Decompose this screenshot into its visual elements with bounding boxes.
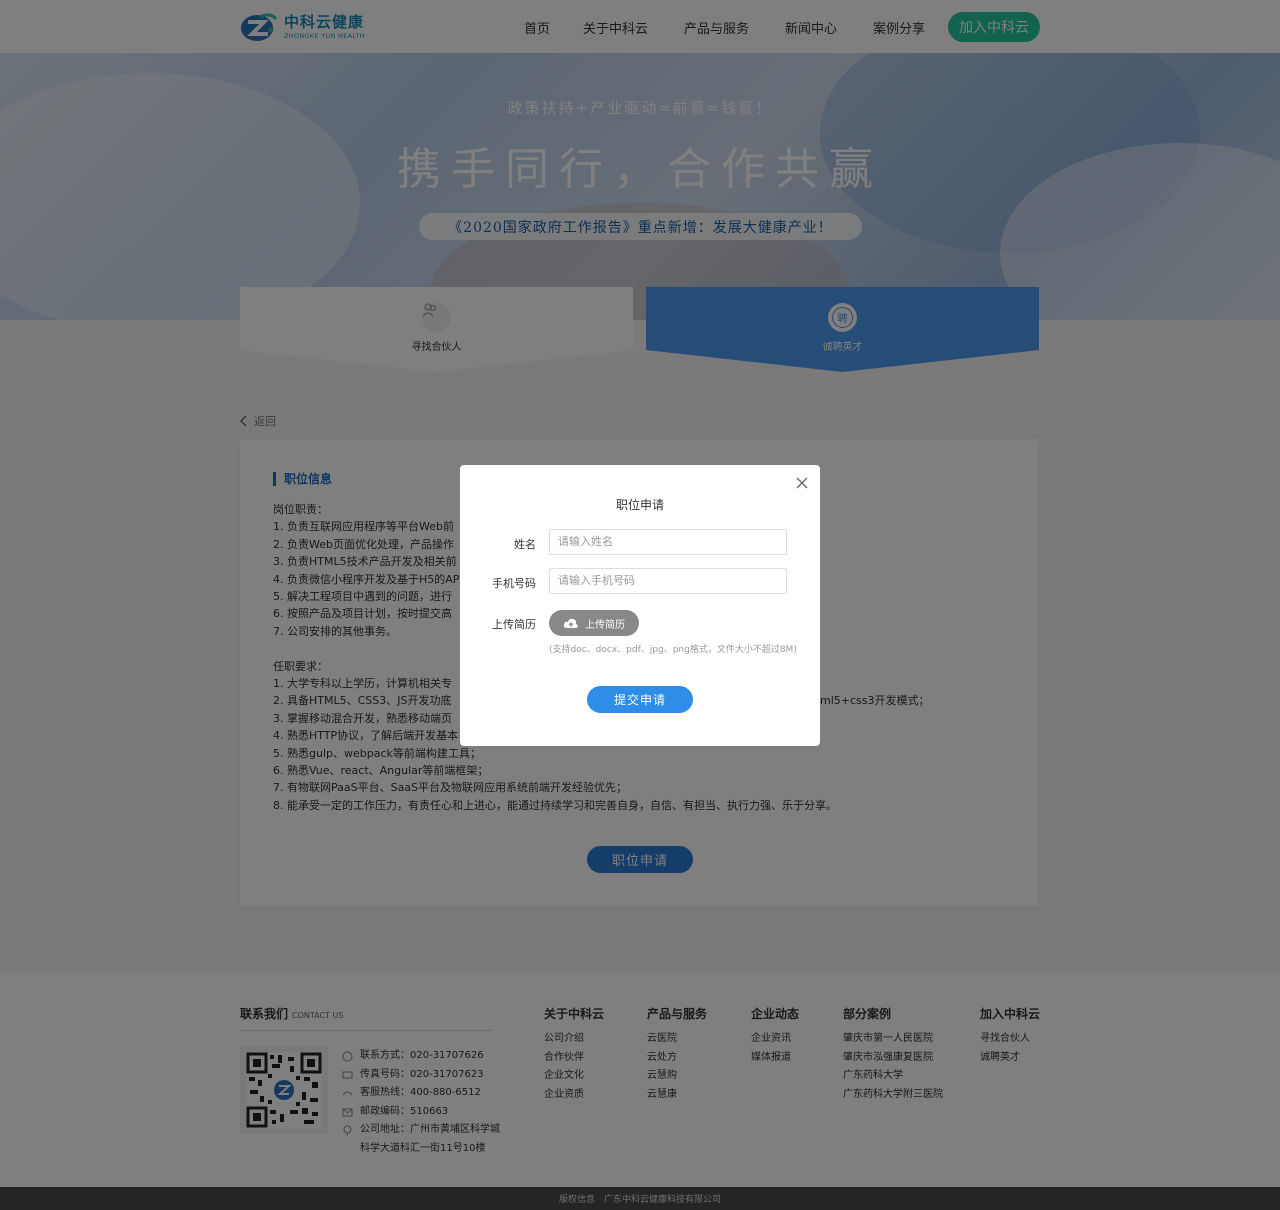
cloud-upload-icon — [563, 618, 578, 628]
upload-label: 上传简历 — [492, 618, 536, 631]
name-input[interactable]: 请输入姓名 — [549, 529, 787, 555]
apply-modal: 职位申请 姓名 请输入姓名 手机号码 请输入手机号码 上传简历 上传简历 (支持… — [460, 465, 820, 746]
modal-title: 职位申请 — [615, 498, 664, 512]
upload-hint: (支持doc、docx、pdf、jpg、png格式，文件大小不超过8M) — [549, 645, 797, 655]
submit-button[interactable]: 提交申请 — [587, 686, 693, 713]
name-label: 姓名 — [514, 538, 536, 551]
close-icon[interactable] — [795, 476, 809, 490]
phone-label: 手机号码 — [492, 577, 536, 590]
phone-input[interactable]: 请输入手机号码 — [549, 568, 787, 594]
upload-resume-button[interactable]: 上传简历 — [549, 610, 639, 636]
